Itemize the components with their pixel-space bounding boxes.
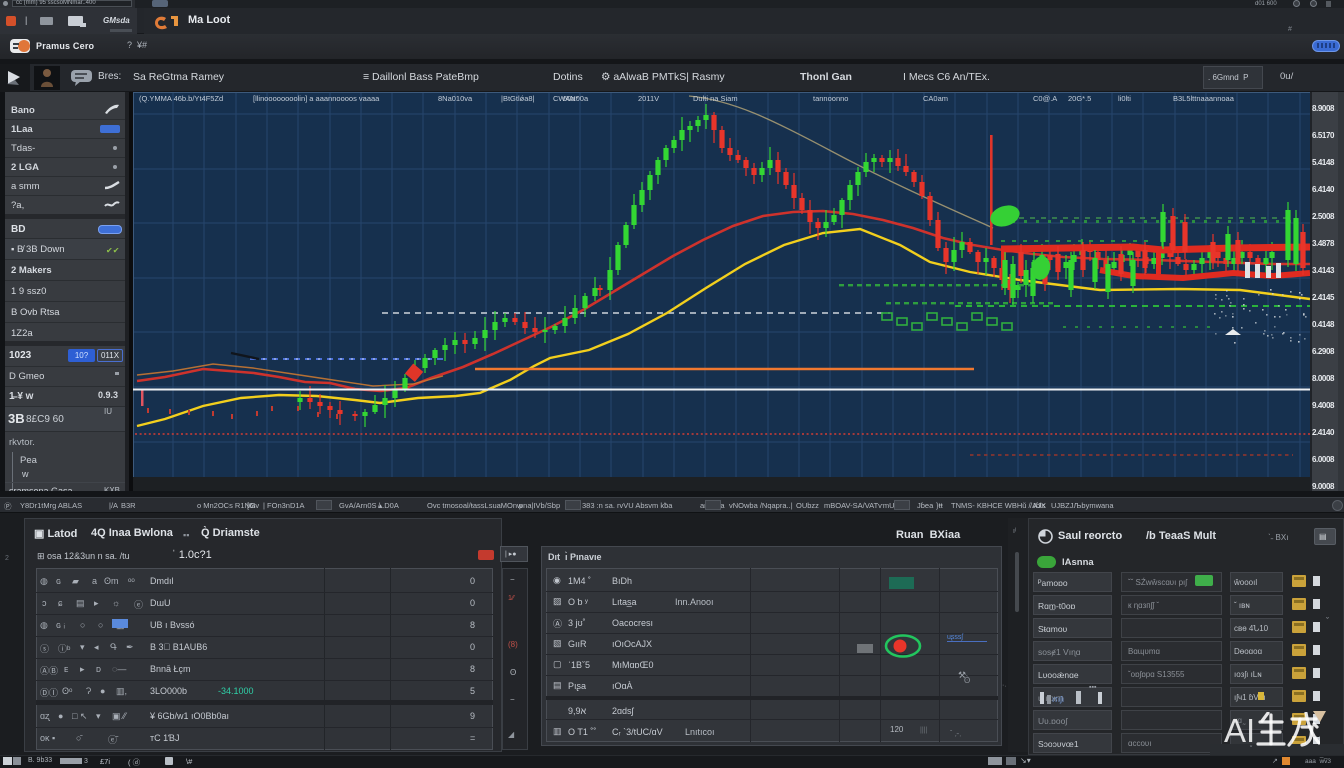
- svg-text:C0@.A: C0@.A: [1033, 94, 1057, 103]
- svg-text:20G*.5: 20G*.5: [1068, 94, 1091, 103]
- svg-text:2011V: 2011V: [638, 94, 659, 103]
- svg-text:(Q.YMMA 46b.b/Yt4F5Zd: (Q.YMMA 46b.b/Yt4F5Zd: [139, 94, 223, 103]
- svg-text:8Na010va: 8Na010va: [438, 94, 473, 103]
- svg-text:CWAN00a: CWAN00a: [553, 94, 589, 103]
- svg-text:[llinoooooooolin] a aaannoooos: [llinoooooooolin] a aaannoooos vaaaa: [253, 94, 380, 103]
- svg-text:li0lti: li0lti: [1118, 94, 1131, 103]
- svg-text:CA0am: CA0am: [923, 94, 948, 103]
- svg-text:B3L5lttnaaannoaa: B3L5lttnaaannoaa: [1173, 94, 1235, 103]
- svg-text:Dulti na Siam: Dulti na Siam: [693, 94, 738, 103]
- svg-text:|BtGtlǿa8|: |BtGtlǿa8|: [501, 94, 535, 103]
- svg-text:tannoonno: tannoonno: [813, 94, 848, 103]
